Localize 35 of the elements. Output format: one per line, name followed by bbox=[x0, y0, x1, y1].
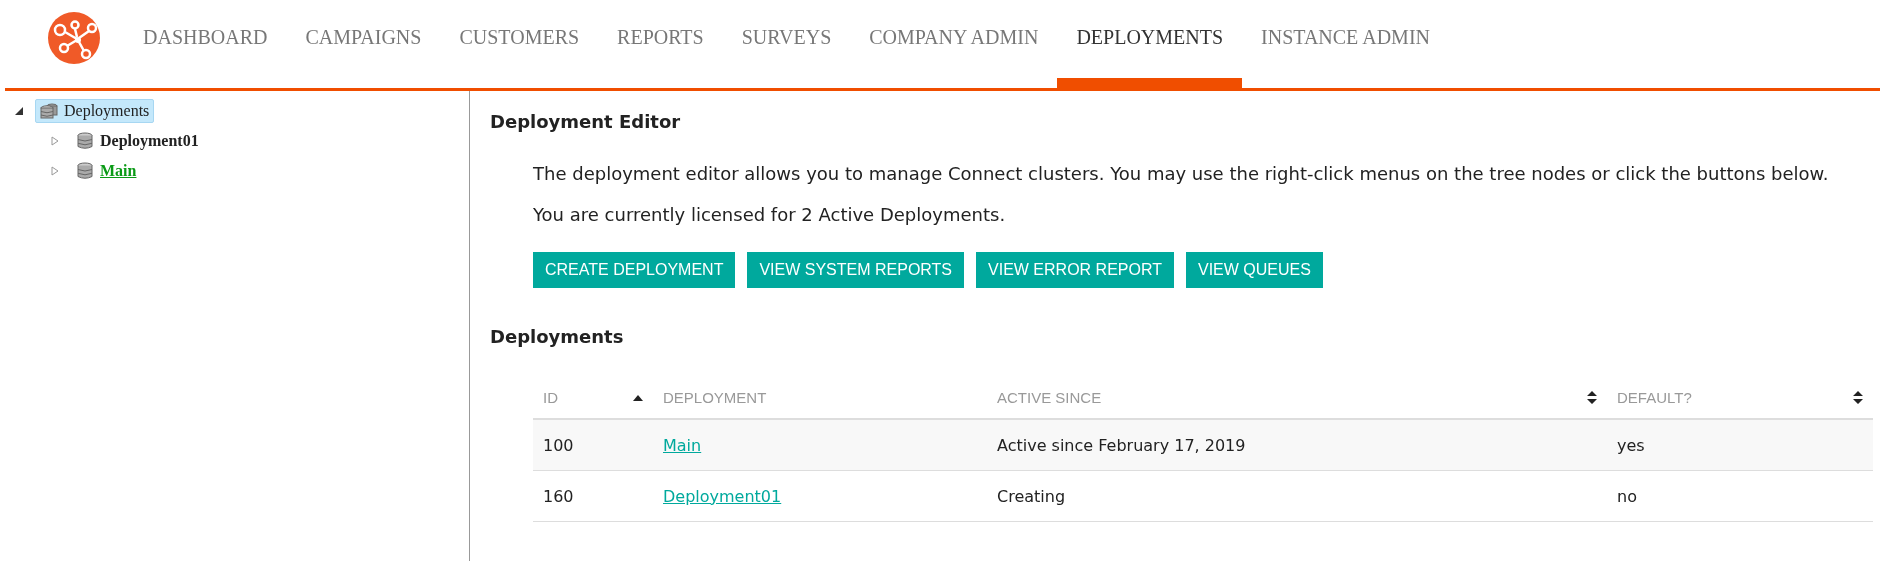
action-button[interactable]: VIEW QUEUES bbox=[1186, 252, 1323, 288]
section-heading: Deployment Editor bbox=[490, 111, 682, 132]
table-cell: 100 bbox=[533, 419, 653, 471]
database-icon bbox=[76, 132, 94, 150]
sort-icon[interactable] bbox=[1853, 391, 1863, 404]
deployment-link[interactable]: Main bbox=[663, 435, 702, 455]
table-cell: no bbox=[1607, 470, 1873, 522]
action-button[interactable]: CREATE DEPLOYMENT bbox=[533, 252, 736, 288]
table-cell: Creating bbox=[987, 470, 1607, 522]
database-icon bbox=[40, 102, 58, 120]
nav-tab[interactable]: INSTANCE ADMIN bbox=[1242, 0, 1449, 88]
database-icon bbox=[76, 162, 94, 180]
nav-tab[interactable]: DASHBOARD bbox=[124, 0, 287, 88]
expanded-arrow-icon[interactable] bbox=[13, 105, 25, 117]
tree-node[interactable]: Deployments bbox=[35, 99, 155, 123]
nav-tab[interactable]: DEPLOYMENTS bbox=[1057, 0, 1243, 88]
sort-ascending-icon[interactable] bbox=[633, 394, 643, 401]
tree-node[interactable]: Deployment01 bbox=[100, 132, 199, 150]
action-button[interactable]: VIEW ERROR REPORT bbox=[976, 252, 1174, 288]
license-text: You are currently licensed for 2 Active Deployments. bbox=[533, 203, 1007, 227]
logo-icon bbox=[48, 12, 100, 64]
table-cell: 160 bbox=[533, 470, 653, 522]
nav-tab[interactable]: REPORTS bbox=[598, 0, 723, 88]
nav-tab[interactable]: CUSTOMERS bbox=[440, 0, 599, 88]
nav-tab[interactable]: SURVEYS bbox=[722, 0, 851, 88]
deployment-link[interactable]: Deployment01 bbox=[663, 486, 782, 506]
description-text: The deployment editor allows you to manage Connect clusters. You may use the right-click menus on the tree nodes or click the buttons below. bbox=[533, 162, 1830, 186]
nav-tab[interactable]: CAMPAIGNS bbox=[286, 0, 441, 88]
nav-tab[interactable]: COMPANY ADMIN bbox=[850, 0, 1058, 88]
tree-node[interactable]: Main bbox=[100, 162, 137, 180]
sort-icon[interactable] bbox=[1587, 391, 1597, 404]
table-cell: Active since February 17, 2019 bbox=[987, 419, 1607, 471]
action-button[interactable]: VIEW SYSTEM REPORTS bbox=[747, 252, 965, 288]
section-heading: Deployments bbox=[490, 326, 625, 347]
table-cell: yes bbox=[1607, 419, 1873, 471]
